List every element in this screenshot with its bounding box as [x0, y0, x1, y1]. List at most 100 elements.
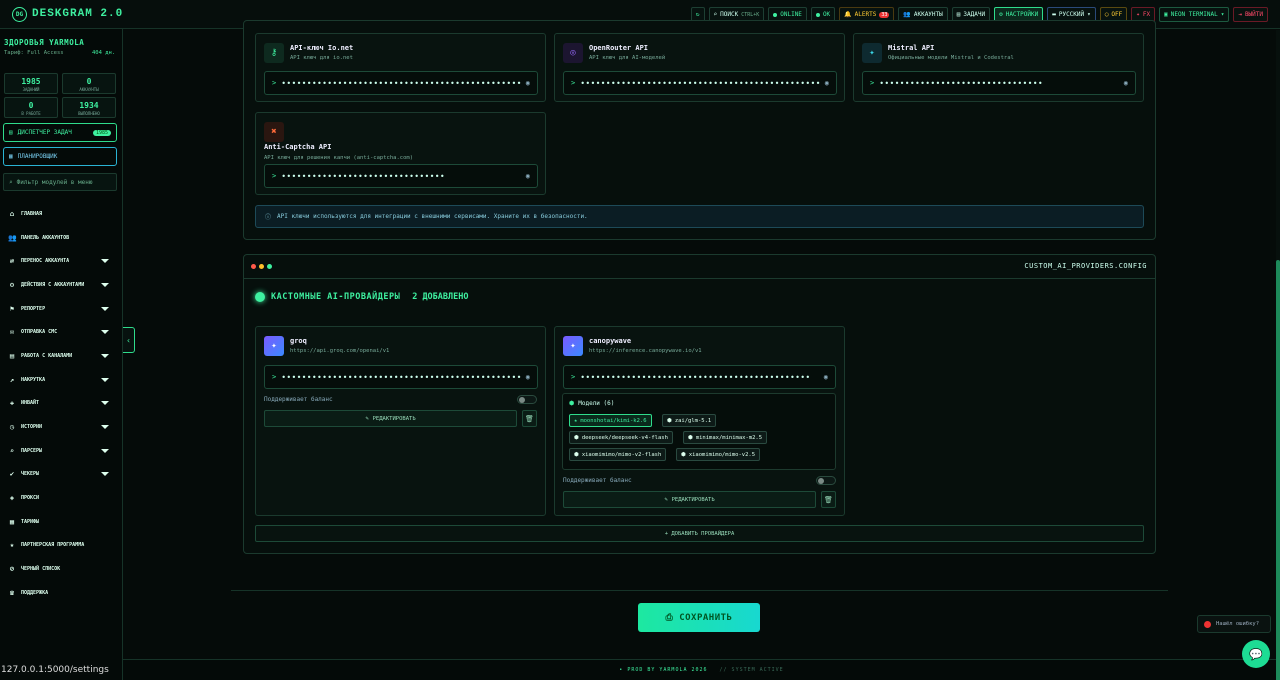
canopywave-delete-button[interactable]: 🗑	[821, 491, 836, 508]
groq-balance-toggle[interactable]	[517, 395, 537, 404]
sidebar-item[interactable]: 👥 ПАНЕЛЬ АККАУНТОВ	[0, 226, 123, 250]
circle-icon: ◯	[1104, 11, 1109, 18]
prompt-icon: >	[870, 79, 875, 87]
stat-accounts: 0 АККАУНТЫ	[62, 73, 116, 94]
model-chip[interactable]: ⬢ minimax/minimax-m2.5	[683, 431, 768, 444]
chevron-down-icon	[101, 353, 109, 358]
search-icon: ⌕	[9, 178, 13, 186]
sidebar-item-label: ТАРИФЫ	[21, 518, 40, 525]
alerts-count: 33	[879, 11, 890, 18]
model-chip[interactable]: ⬢ deepseek/deepseek-v4-flash	[569, 431, 673, 444]
balance-label: Поддерживает баланс	[264, 396, 333, 403]
star-icon: ★	[574, 417, 578, 424]
canopywave-key-field[interactable]: > •••••••••••••••••••••••••••••••••••••••…	[563, 365, 836, 389]
sidebar-item[interactable]: ⌕ ПАРСЕРЫ	[0, 439, 123, 463]
chevron-down-icon	[101, 377, 109, 382]
scheduler-button[interactable]: ▦ ПЛАНИРОВЩИК	[3, 147, 117, 166]
model-name: deepseek/deepseek-v4-flash	[581, 434, 668, 441]
model-chip[interactable]: ⬢ zai/glm-5.1	[662, 414, 717, 427]
footer-credit: • PROD BY YARMOLA 2026	[619, 667, 708, 673]
model-chip[interactable]: ⬢ xiaomimimo/mimo-v2-flash	[569, 448, 667, 461]
sidebar-item[interactable]: ↗ НАКРУТКА	[0, 368, 123, 392]
model-name: xiaomimimo/mimo-v2.5	[688, 451, 756, 458]
sidebar-item[interactable]: ✉ ОТПРАВКА СМС	[0, 320, 123, 344]
chat-button[interactable]: 💬	[1242, 640, 1270, 668]
sidebar-item-label: ПАРСЕРЫ	[21, 447, 43, 454]
stat-value: 1934	[79, 101, 99, 110]
sidebar-item[interactable]: ★ ПАРТНЕРСКАЯ ПРОГРАММА	[0, 534, 123, 558]
eye-icon[interactable]: ◉	[526, 373, 530, 381]
sidebar-item-label: ЧЕРНЫЙ СПИСОК	[21, 566, 61, 573]
nav-icon: ★	[9, 541, 15, 550]
sidebar-item-label: НАКРУТКА	[21, 376, 46, 383]
module-filter-input[interactable]: ⌕ Фильтр модулей в меню	[3, 173, 117, 191]
chevron-down-icon	[101, 282, 109, 287]
add-provider-button[interactable]: + ДОБАВИТЬ ПРОВАЙДЕРА	[255, 525, 1144, 542]
ok-dot-icon	[815, 12, 820, 17]
sidebar-item-label: ПОДДЕРЖКА	[21, 589, 49, 596]
openrouter-key-field[interactable]: > •••••••••••••••••••••••••••••••••••••••…	[563, 71, 837, 95]
groq-edit-button[interactable]: ✎ РЕДАКТИРОВАТЬ	[264, 410, 517, 427]
masked-key: ••••••••••••••••••••••••••••••••	[879, 78, 1043, 88]
ionet-key-field[interactable]: > •••••••••••••••••••••••••••••••••••••••…	[264, 71, 538, 95]
model-name: zai/glm-5.1	[674, 417, 712, 424]
terminal-theme-select[interactable]: ▣ NEON TERMINAL ▾	[1159, 7, 1230, 22]
info-text: API ключи используются для интеграции с …	[277, 213, 588, 220]
chevron-down-icon	[101, 306, 109, 311]
sidebar-item[interactable]: ✚ ИНВАЙТ	[0, 392, 123, 416]
sidebar-item[interactable]: ☎ ПОДДЕРЖКА	[0, 581, 123, 605]
app-logo[interactable]: DG DESKGRAM 2.0	[12, 6, 124, 22]
sidebar-item[interactable]: ⇄ ПЕРЕНОС АККАУНТА	[0, 249, 123, 273]
sidebar-item-label: ОТПРАВКА СМС	[21, 329, 58, 336]
canopywave-balance-toggle[interactable]	[816, 476, 836, 485]
logo-badge: DG	[12, 6, 27, 22]
nav-icon: ✉	[9, 328, 15, 337]
chevron-down-icon	[101, 448, 109, 453]
ok-label: OK	[822, 11, 831, 18]
sidebar-item[interactable]: ⊘ ЧЕРНЫЙ СПИСОК	[0, 557, 123, 581]
sidebar-item[interactable]: ⚑ РЕПОРТЕР	[0, 297, 123, 321]
sidebar-collapse-button[interactable]: ‹	[123, 327, 135, 353]
accounts-label: АККАУНТЫ	[913, 11, 943, 18]
save-button[interactable]: ⎙ СОХРАНИТЬ	[638, 603, 760, 632]
groq-delete-button[interactable]: 🗑	[522, 410, 537, 427]
model-chip[interactable]: ★ moonshotai/kimi-k2.6	[569, 414, 652, 427]
chevron-left-icon: ‹	[126, 335, 131, 345]
sidebar-item[interactable]: ▤ РАБОТА С КАНАЛАМИ	[0, 344, 123, 368]
groq-key-field[interactable]: > •••••••••••••••••••••••••••••••••••••••…	[264, 365, 538, 389]
nav-icon: ▦	[9, 517, 15, 526]
canopywave-edit-button[interactable]: ✎ РЕДАКТИРОВАТЬ	[563, 491, 816, 508]
masked-key: ••••••••••••••••••••••••••••••••••••••••…	[580, 78, 820, 88]
app-title: DESKGRAM 2.0	[32, 8, 124, 20]
logout-button[interactable]: ⇥ ВЫЙТИ	[1233, 7, 1268, 22]
sidebar-item[interactable]: ✔ ЧЕКЕРЫ	[0, 463, 123, 487]
report-bug-button[interactable]: Нашёл ошибку?	[1197, 615, 1271, 633]
dispatcher-button[interactable]: ▤ ДИСПЕТЧЕР ЗАДАЧ 1985	[3, 123, 117, 142]
sidebar-item[interactable]: ▦ ТАРИФЫ	[0, 510, 123, 534]
provider-name: groq	[290, 337, 307, 345]
logout-icon: ⇥	[1238, 11, 1242, 18]
sidebar-item[interactable]: ◈ ПРОКСИ	[0, 486, 123, 510]
sidebar-item[interactable]: ⌂ ГЛАВНАЯ	[0, 202, 123, 226]
edit-label: РЕДАКТИРОВАТЬ	[671, 496, 715, 503]
scheduler-label: ПЛАНИРОВЩИК	[17, 153, 58, 160]
scrollbar[interactable]	[1276, 30, 1280, 680]
eye-icon[interactable]: ◉	[824, 373, 828, 381]
eye-icon[interactable]: ◉	[526, 79, 530, 87]
stat-value: 0	[28, 101, 34, 110]
model-chip[interactable]: ⬢ xiaomimimo/mimo-v2.5	[676, 448, 761, 461]
sparkle-icon: ✦	[862, 43, 882, 63]
anticaptcha-key-field[interactable]: > •••••••••••••••••••••••••••••••• ◉	[264, 164, 538, 188]
footer-status: // SYSTEM ACTIVE	[719, 667, 784, 673]
mistral-key-field[interactable]: > •••••••••••••••••••••••••••••••• ◉	[862, 71, 1136, 95]
chevron-down-icon	[101, 259, 109, 264]
provider-count: 2 ДОБАВЛЕНО	[412, 292, 469, 302]
eye-icon[interactable]: ◉	[526, 172, 530, 180]
chat-icon: 💬	[1249, 647, 1263, 661]
sidebar-item[interactable]: ◷ ИСТОРИИ	[0, 415, 123, 439]
scrollbar-thumb[interactable]	[1276, 260, 1280, 680]
sidebar-item[interactable]: ⚙ ДЕЙСТВИЯ С АККАУНТАМИ	[0, 273, 123, 297]
gear-icon: ⚙	[999, 11, 1003, 18]
eye-icon[interactable]: ◉	[1124, 79, 1128, 87]
eye-icon[interactable]: ◉	[825, 79, 829, 87]
